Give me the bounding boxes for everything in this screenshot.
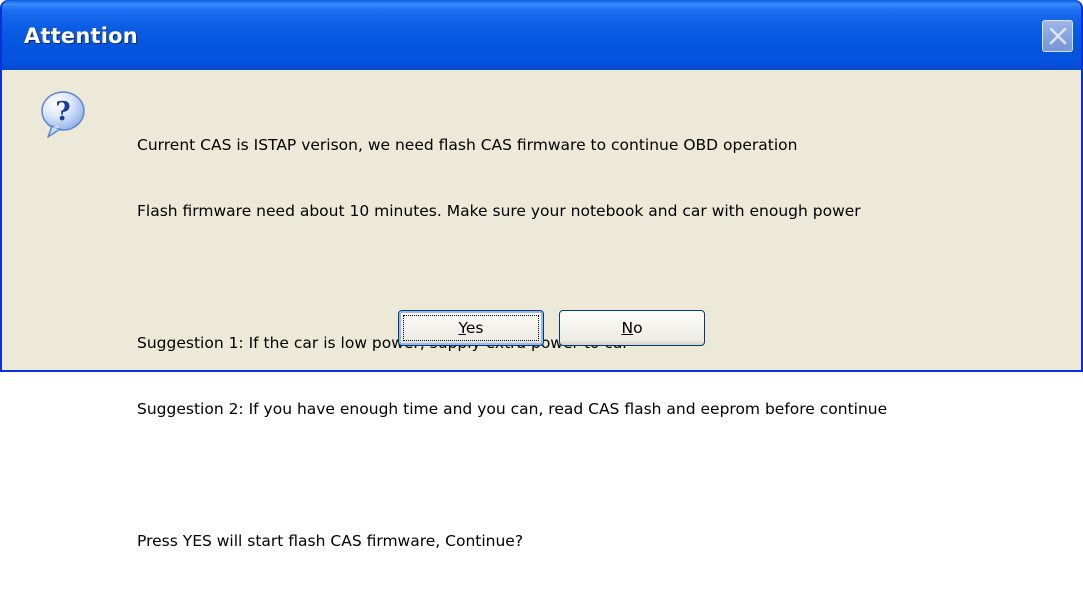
- yes-label-rest: es: [465, 319, 484, 337]
- question-icon: ?: [38, 90, 88, 140]
- title-bar[interactable]: Attention: [2, 0, 1081, 70]
- no-mnemonic: N: [621, 319, 634, 337]
- no-label-rest: o: [633, 319, 643, 337]
- svg-text:?: ?: [55, 97, 70, 127]
- message-line: Press YES will start flash CAS firmware,…: [137, 532, 524, 550]
- message-line: Flash firmware need about 10 minutes. Ma…: [137, 202, 861, 220]
- yes-button[interactable]: Yes: [398, 310, 544, 346]
- window-title: Attention: [24, 24, 138, 48]
- no-button[interactable]: No: [559, 310, 705, 346]
- message-line: Current CAS is ISTAP verison, we need fl…: [137, 136, 798, 154]
- message-line: [137, 464, 887, 486]
- yes-button-label: Yes: [399, 319, 543, 337]
- close-icon: [1049, 27, 1067, 45]
- yes-mnemonic: Y: [458, 319, 466, 337]
- no-button-label: No: [560, 319, 704, 337]
- dialog-body: ? Current CAS is ISTAP verison, we need …: [2, 70, 1081, 550]
- dialog-window: Attention ? Current CAS is ISTAP verison…: [0, 0, 1083, 550]
- close-button[interactable]: [1042, 20, 1073, 52]
- message-line: [137, 266, 887, 288]
- message-line: Suggestion 2: If you have enough time an…: [137, 400, 888, 418]
